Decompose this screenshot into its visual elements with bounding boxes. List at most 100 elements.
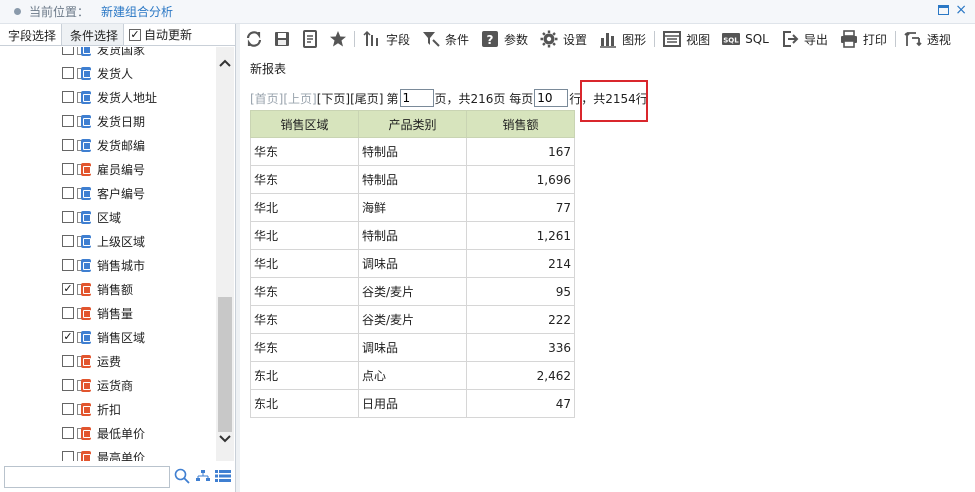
export-button[interactable]: 导出 [775, 24, 834, 54]
field-item[interactable]: 销售量 [62, 301, 133, 325]
field-checkbox[interactable] [62, 211, 74, 223]
field-checkbox[interactable] [62, 139, 74, 151]
column-header-sales-amount[interactable]: 销售额 [466, 110, 575, 138]
field-checkbox[interactable] [62, 403, 74, 415]
sales-region-cell: 华东 [250, 165, 359, 194]
field-name: 客户编号 [97, 186, 146, 201]
field-checkbox[interactable] [62, 427, 74, 439]
field-search-input[interactable] [4, 466, 170, 488]
field-checkbox[interactable] [62, 451, 74, 461]
measure-field-icon [77, 426, 91, 440]
field-list-scrollbar[interactable] [216, 47, 234, 461]
column-header-product-category[interactable]: 产品类别 [358, 110, 467, 138]
sales-amount-cell: 222 [466, 305, 575, 334]
field-item[interactable]: 发货人 [62, 61, 133, 85]
report-table: 销售区域 产品类别 销售额 华东 特制品 167 华东 特制品 1,696 华北 海鲜 77 华北… [250, 110, 575, 418]
tab-condition-select[interactable]: 条件选择 [61, 24, 125, 45]
product-category-cell: 调味品 [358, 249, 467, 278]
field-item[interactable]: 发货邮编 [62, 133, 145, 157]
pager-next[interactable]: [下页] [317, 90, 350, 107]
param-button[interactable]: ? 参数 [475, 24, 534, 54]
field-item[interactable]: 运货商 [62, 373, 133, 397]
scroll-down-icon[interactable] [216, 433, 234, 451]
field-item[interactable]: 折扣 [62, 397, 121, 421]
field-checkbox[interactable] [62, 187, 74, 199]
chart-button[interactable]: 图形 [593, 24, 652, 54]
field-item[interactable]: 最高单价 [62, 445, 145, 461]
product-category-cell: 特制品 [358, 137, 467, 166]
auto-update-checkbox[interactable]: ✓ [129, 28, 142, 41]
maximize-icon[interactable] [938, 5, 949, 15]
table-row: 华东 调味品 336 [250, 333, 575, 362]
field-name: 销售量 [97, 306, 134, 321]
field-item[interactable]: ✓ 销售额 [62, 277, 133, 301]
field-item[interactable]: ✓ 销售区域 [62, 325, 145, 349]
tree-view-icon[interactable] [196, 470, 210, 485]
field-checkbox[interactable]: ✓ [62, 331, 74, 343]
table-row: 东北 日用品 47 [250, 389, 575, 418]
measure-field-icon [77, 162, 91, 176]
field-item[interactable]: 发货日期 [62, 109, 145, 133]
field-checkbox[interactable]: ✓ [62, 283, 74, 295]
field-checkbox[interactable] [62, 379, 74, 391]
sales-region-cell: 华东 [250, 333, 359, 362]
dimension-field-icon [77, 90, 91, 104]
field-item[interactable]: 客户编号 [62, 181, 145, 205]
close-icon[interactable]: × [955, 2, 967, 18]
filter-icon [423, 32, 440, 47]
view-button[interactable]: 视图 [657, 24, 716, 54]
save-as-icon [303, 30, 317, 48]
field-checkbox[interactable] [62, 307, 74, 319]
pager-prev[interactable]: [上页] [283, 90, 316, 107]
settings-button[interactable]: 设置 [534, 24, 593, 54]
field-checkbox[interactable] [62, 91, 74, 103]
pager-last[interactable]: [尾页] [350, 90, 383, 107]
field-checkbox[interactable] [62, 115, 74, 127]
scroll-thumb[interactable] [218, 297, 232, 432]
field-name: 最高单价 [97, 450, 146, 462]
field-item[interactable]: 发货国家 [62, 47, 145, 61]
refresh-button[interactable] [240, 24, 268, 54]
field-item[interactable]: 区域 [62, 205, 121, 229]
field-item[interactable]: 上级区域 [62, 229, 145, 253]
page-number-input[interactable] [399, 89, 434, 107]
dimension-field-icon [77, 258, 91, 272]
table-row: 华东 谷类/麦片 222 [250, 305, 575, 334]
rows-per-page-input[interactable] [534, 89, 569, 107]
field-checkbox[interactable] [62, 47, 74, 55]
favorite-button[interactable] [324, 24, 352, 54]
field-checkbox[interactable] [62, 355, 74, 367]
search-icon[interactable] [174, 468, 190, 487]
save-button[interactable] [268, 24, 296, 54]
pivot-button[interactable]: 透视 [898, 24, 957, 54]
print-button[interactable]: 打印 [834, 24, 893, 54]
field-checkbox[interactable] [62, 235, 74, 247]
field-checkbox[interactable] [62, 259, 74, 271]
column-header-sales-region[interactable]: 销售区域 [250, 110, 359, 138]
sql-button[interactable]: SQL SQL [716, 24, 775, 54]
field-item[interactable]: 最低单价 [62, 421, 145, 445]
auto-update-toggle[interactable]: ✓ 自动更新 [129, 24, 192, 45]
sales-amount-cell: 214 [466, 249, 575, 278]
field-item[interactable]: 销售城市 [62, 253, 145, 277]
field-item[interactable]: 运费 [62, 349, 121, 373]
export-icon [782, 31, 799, 47]
field-name: 最低单价 [97, 426, 146, 441]
product-category-cell: 谷类/麦片 [358, 305, 467, 334]
pager-first[interactable]: [首页] [250, 90, 283, 107]
field-item[interactable]: 发货人地址 [62, 85, 157, 109]
field-checkbox[interactable] [62, 163, 74, 175]
printer-icon [840, 30, 857, 48]
panel-splitter[interactable] [236, 24, 240, 492]
field-checkbox[interactable] [62, 67, 74, 79]
field-button[interactable]: 字段 [357, 24, 416, 54]
condition-button[interactable]: 条件 [416, 24, 475, 54]
save-as-button[interactable] [296, 24, 324, 54]
list-view-icon[interactable] [215, 470, 231, 485]
scroll-up-icon[interactable] [216, 57, 234, 75]
help-icon: ? [482, 31, 499, 47]
field-item[interactable]: 雇员编号 [62, 157, 145, 181]
tab-field-select[interactable]: 字段选择 [0, 24, 62, 45]
report-title: 新报表 [250, 62, 287, 76]
field-name: 发货人地址 [97, 90, 158, 105]
